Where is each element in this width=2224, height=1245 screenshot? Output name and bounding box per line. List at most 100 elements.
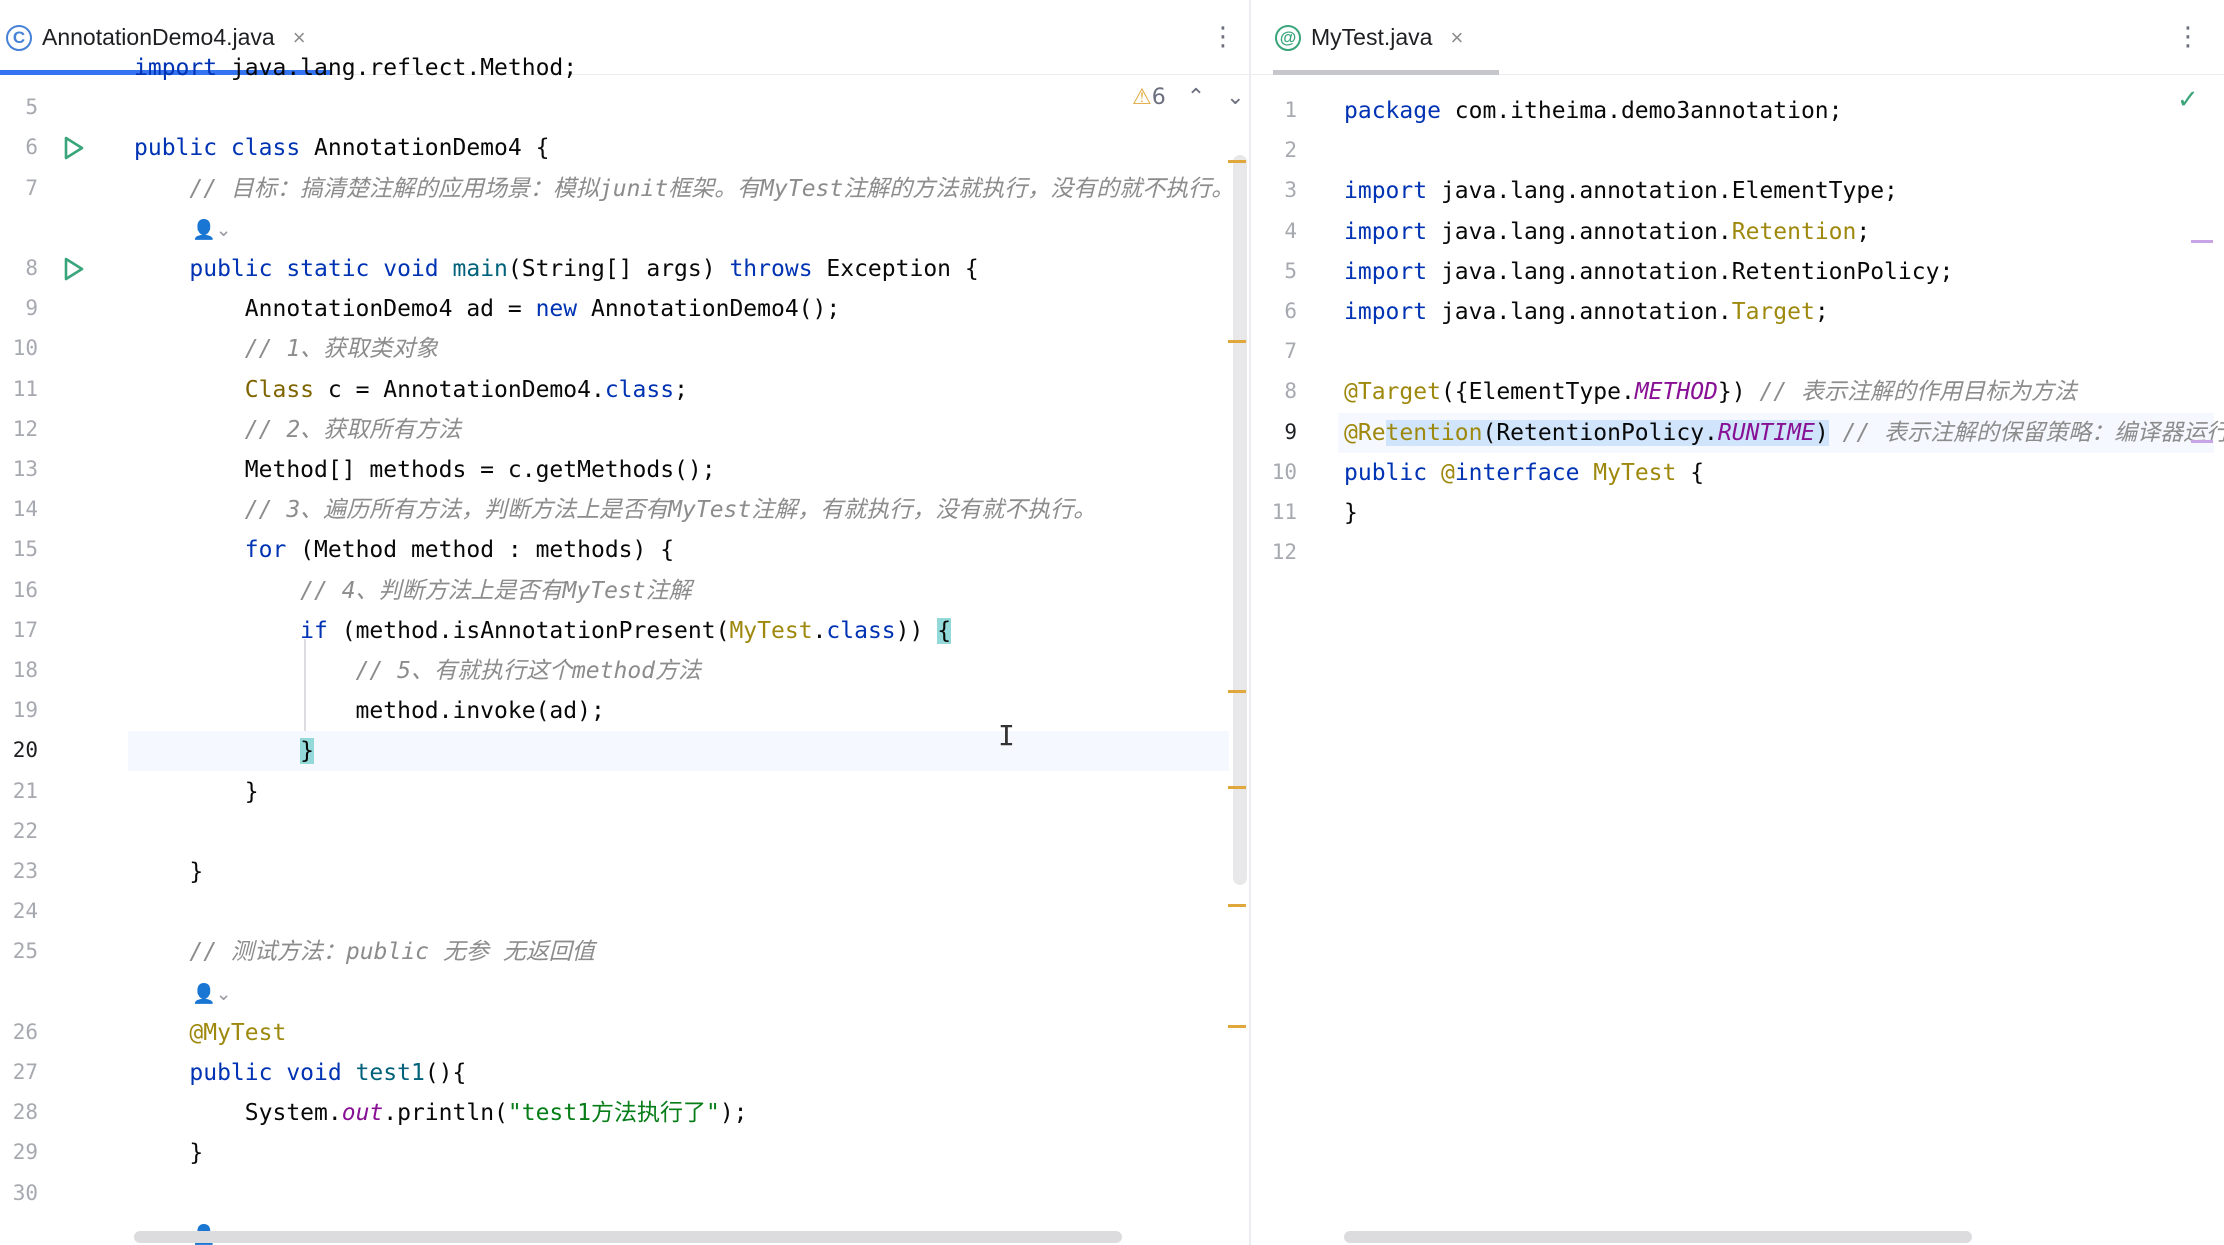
line-number: 11	[12, 376, 38, 401]
run-icon[interactable]	[59, 134, 87, 162]
horizontal-scrollbar[interactable]	[1344, 1231, 1972, 1243]
line-number: 10	[12, 336, 38, 361]
code-line[interactable]: // 4、判断方法上是否有MyTest注解	[134, 576, 691, 606]
line-number: 30	[12, 1180, 38, 1205]
code-line[interactable]: import java.lang.annotation.ElementType;	[1344, 176, 1898, 206]
code-editor-left[interactable]: import java.lang.reflect.Method; 5 6 public…	[0, 55, 1249, 1245]
vertical-scrollbar[interactable]	[1233, 155, 1247, 885]
code-line[interactable]: // 5、有就执行这个method方法	[134, 656, 701, 686]
code-line[interactable]: // 1、获取类对象	[134, 334, 438, 364]
code-line[interactable]: public void test1(){	[134, 1058, 466, 1088]
line-number: 4	[1284, 218, 1297, 243]
line-number: 26	[12, 1019, 38, 1044]
code-editor-right[interactable]: 1 package com.itheima.demo3annotation; 2 3 i…	[1251, 75, 2224, 1245]
line-number: 6	[1284, 299, 1297, 323]
line-number: 1	[1284, 98, 1297, 122]
line-number: 8	[25, 256, 38, 280]
line-number: 28	[12, 1100, 38, 1125]
tab-title: MyTest.java	[1311, 24, 1433, 50]
line-number: 25	[12, 939, 38, 964]
line-number: 13	[12, 457, 38, 481]
author-hint-icon[interactable]: 👤⌄	[192, 982, 232, 1005]
code-line[interactable]: // 测试方法：public 无参 无返回值	[134, 937, 594, 967]
code-line[interactable]: Class c = AnnotationDemo4.class;	[134, 375, 688, 405]
error-stripe-marker	[1228, 690, 1246, 693]
warning-icon: ⚠	[1132, 85, 1152, 110]
code-line[interactable]: // 目标：搞清楚注解的应用场景：模拟junit框架。有MyTest注解的方法就…	[134, 174, 1234, 204]
warning-count: 6	[1151, 85, 1166, 110]
code-line[interactable]: public static void main(String[] args) t…	[134, 254, 978, 284]
code-line[interactable]: // 3、遍历所有方法，判断方法上是否有MyTest注解，有就执行，没有就不执行…	[134, 495, 1096, 525]
line-number: 6	[25, 135, 38, 160]
code-line[interactable]: import java.lang.annotation.Target;	[1344, 297, 1829, 327]
line-number: 19	[12, 698, 38, 723]
line-number: 29	[12, 1140, 38, 1165]
code-line[interactable]: public @interface MyTest {	[1344, 458, 1704, 488]
code-line[interactable]: System.out.println("test1方法执行了");	[134, 1098, 748, 1128]
editor-tabbar-right: @ MyTest.java × ⋮	[1251, 0, 2224, 75]
tab-title: AnnotationDemo4.java	[42, 24, 275, 50]
line-number: 10	[1271, 459, 1297, 484]
inspection-widget[interactable]: ⚠6 ⌃ ⌄	[1132, 85, 1245, 110]
code-line[interactable]: // 2、获取所有方法	[134, 415, 461, 445]
close-icon[interactable]: ×	[1450, 25, 1463, 51]
code-line[interactable]: }	[134, 1138, 203, 1168]
code-line[interactable]: }	[134, 777, 259, 807]
code-line[interactable]: import java.lang.annotation.Retention;	[1344, 217, 1870, 247]
code-line[interactable]: AnnotationDemo4 ad = new AnnotationDemo4…	[134, 294, 840, 324]
line-number: 17	[12, 617, 38, 642]
error-stripe-marker	[1228, 904, 1246, 907]
line-number: 23	[12, 859, 38, 883]
horizontal-scrollbar[interactable]	[134, 1231, 1122, 1243]
line-number: 9	[1284, 419, 1297, 444]
line-number: 16	[12, 577, 38, 602]
line-number: 3	[1284, 178, 1297, 203]
more-options-icon[interactable]: ⋮	[1210, 22, 1236, 52]
error-stripe-marker	[1228, 340, 1246, 343]
error-stripe-marker	[2191, 240, 2213, 243]
tab-mytest[interactable]: @ MyTest.java ×	[1273, 0, 1499, 75]
code-line[interactable]: }	[1344, 498, 1358, 528]
code-line[interactable]: for (Method method : methods) {	[134, 535, 674, 565]
line-number: 7	[1284, 339, 1297, 364]
run-icon[interactable]	[59, 255, 87, 283]
error-stripe-marker	[1228, 786, 1246, 789]
line-number: 20	[12, 738, 38, 763]
chevron-up-icon[interactable]: ⌃	[1187, 85, 1205, 110]
code-line[interactable]: @Retention(RetentionPolicy.RUNTIME) // 表…	[1344, 418, 2224, 448]
mouse-cursor-icon: I	[998, 719, 1015, 752]
error-stripe-marker	[2191, 440, 2213, 443]
author-hint-icon[interactable]: 👤⌄	[192, 218, 232, 241]
code-line[interactable]: Method[] methods = c.getMethods();	[134, 455, 716, 485]
close-icon[interactable]: ×	[293, 25, 306, 51]
code-line[interactable]: }	[134, 736, 315, 766]
code-line[interactable]: @MyTest	[134, 1018, 286, 1048]
line-number: 27	[12, 1060, 38, 1084]
line-number: 18	[12, 658, 38, 682]
line-number: 12	[12, 416, 38, 441]
annotation-icon: @	[1275, 24, 1301, 51]
code-line[interactable]: package com.itheima.demo3annotation;	[1344, 96, 1843, 126]
line-number: 22	[12, 818, 38, 843]
line-number: 8	[1284, 379, 1297, 404]
line-number: 15	[12, 537, 38, 562]
check-icon: ✓	[2177, 85, 2199, 115]
editor-pane-left: C AnnotationDemo4.java × ⋮ import java.l…	[0, 0, 1249, 1245]
line-number: 11	[1271, 500, 1297, 524]
java-class-icon: C	[6, 24, 32, 51]
more-options-icon[interactable]: ⋮	[2175, 22, 2201, 52]
code-line[interactable]: method.invoke(ad);	[134, 696, 605, 726]
code-line[interactable]: @Target({ElementType.METHOD}) // 表示注解的作用…	[1344, 377, 2077, 407]
code-line[interactable]: import java.lang.annotation.RetentionPol…	[1344, 257, 1953, 287]
code-line[interactable]: public class AnnotationDemo4 {	[134, 133, 549, 163]
code-line[interactable]: import java.lang.reflect.Method;	[134, 53, 577, 83]
line-number: 9	[25, 296, 38, 321]
line-number: 5	[1284, 258, 1297, 283]
line-number: 7	[25, 175, 38, 200]
chevron-down-icon[interactable]: ⌄	[1226, 85, 1244, 110]
editor-pane-right: @ MyTest.java × ⋮ 1 package com.itheima.d…	[1251, 0, 2224, 1245]
code-line[interactable]: if (method.isAnnotationPresent(MyTest.cl…	[134, 616, 952, 646]
line-number: 12	[1271, 540, 1297, 565]
code-line[interactable]: }	[134, 857, 203, 887]
error-stripe-marker	[1228, 160, 1246, 163]
